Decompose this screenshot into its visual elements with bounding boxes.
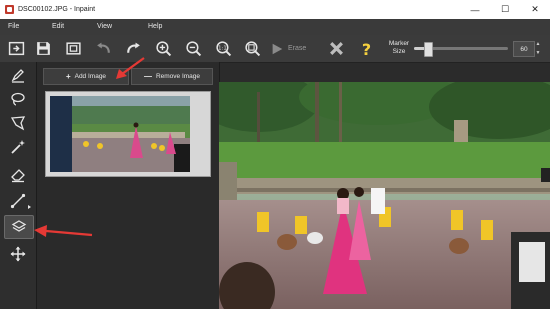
layers-tool-button[interactable] (4, 215, 34, 239)
window-controls: — ☐ ✕ (460, 0, 550, 19)
move-tool-button[interactable] (4, 243, 32, 265)
cancel-button[interactable] (326, 38, 347, 59)
fit-icon (245, 41, 261, 57)
actual-size-icon: 1:1 (216, 41, 232, 57)
minimize-button[interactable]: — (460, 0, 490, 19)
redo-button[interactable] (123, 38, 144, 59)
actual-size-button[interactable]: 1:1 (213, 38, 234, 59)
photo (219, 82, 550, 309)
marker-size-spinner[interactable]: ▲ ▼ (534, 41, 542, 57)
close-button[interactable]: ✕ (520, 0, 550, 19)
minus-icon: — (143, 72, 152, 81)
tool-column (0, 62, 36, 309)
marker-size-slider-thumb[interactable] (424, 42, 434, 57)
layers-icon (11, 220, 27, 232)
menu-view[interactable]: View (97, 23, 112, 30)
line-tool-button[interactable] (4, 190, 32, 212)
open-button[interactable] (6, 38, 27, 59)
cancel-icon (330, 42, 343, 55)
help-icon: ? (362, 40, 371, 57)
menu-help[interactable]: Help (148, 23, 162, 30)
layers-panel: + Add Image — Remove Image (36, 62, 220, 309)
plus-icon: + (65, 72, 71, 81)
marker-size-slider[interactable] (414, 42, 508, 57)
erase-button[interactable]: Erase (270, 39, 306, 58)
app-icon (5, 5, 14, 14)
save-as-icon (66, 42, 81, 55)
help-button[interactable]: ? (356, 38, 377, 59)
polygonal-lasso-tool-button[interactable] (4, 112, 32, 134)
save-button[interactable] (33, 38, 54, 59)
svg-text:?: ? (362, 40, 371, 57)
lasso-icon (11, 92, 25, 106)
eraser-tool-button[interactable] (4, 164, 32, 186)
move-icon (10, 246, 26, 262)
add-image-button[interactable]: + Add Image (43, 68, 129, 85)
menu-bar: File Edit View Help (0, 19, 550, 35)
spin-down-icon[interactable]: ▼ (534, 50, 542, 57)
svg-text:1:1: 1:1 (218, 46, 227, 52)
layer-thumbnail-image (50, 96, 190, 172)
layer-thumbnail-card[interactable] (45, 91, 211, 177)
remove-image-label: Remove Image (155, 73, 201, 80)
save-as-button[interactable] (63, 38, 84, 59)
magic-wand-icon (11, 140, 25, 154)
erase-label: Erase (288, 45, 307, 52)
marker-pen-icon (11, 69, 24, 83)
remove-image-button[interactable]: — Remove Image (131, 68, 213, 85)
eraser-icon (11, 169, 25, 183)
toolbar: 1:1 Erase ? Marker Size 60 ▲ ▼ (0, 35, 550, 63)
save-icon (37, 42, 50, 55)
marker-tool-button[interactable] (4, 64, 32, 86)
undo-icon (97, 42, 110, 53)
erase-icon (272, 43, 283, 54)
line-icon (10, 193, 26, 209)
menu-file[interactable]: File (8, 23, 19, 30)
image-canvas[interactable] (219, 82, 550, 309)
redo-icon (127, 42, 140, 53)
marker-size-input[interactable]: 60 (513, 41, 535, 57)
zoom-in-icon (156, 41, 172, 57)
title-bar: DSC00102.JPG - Inpaint — ☐ ✕ (0, 0, 550, 20)
menu-edit[interactable]: Edit (52, 23, 64, 30)
marker-size-label: Marker Size (388, 40, 410, 55)
fit-button[interactable] (242, 38, 263, 59)
zoom-in-button[interactable] (153, 38, 174, 59)
zoom-out-button[interactable] (183, 38, 204, 59)
more-options-icon (28, 205, 31, 209)
window-title: DSC00102.JPG - Inpaint (18, 6, 96, 13)
undo-button[interactable] (93, 38, 114, 59)
open-icon (8, 41, 25, 56)
add-image-label: Add Image (74, 73, 107, 80)
magic-wand-tool-button[interactable] (4, 136, 32, 158)
zoom-out-icon (186, 41, 202, 57)
polygonal-lasso-icon (10, 116, 26, 131)
maximize-button[interactable]: ☐ (490, 0, 520, 19)
spin-up-icon[interactable]: ▲ (534, 41, 542, 48)
lasso-tool-button[interactable] (4, 88, 32, 110)
